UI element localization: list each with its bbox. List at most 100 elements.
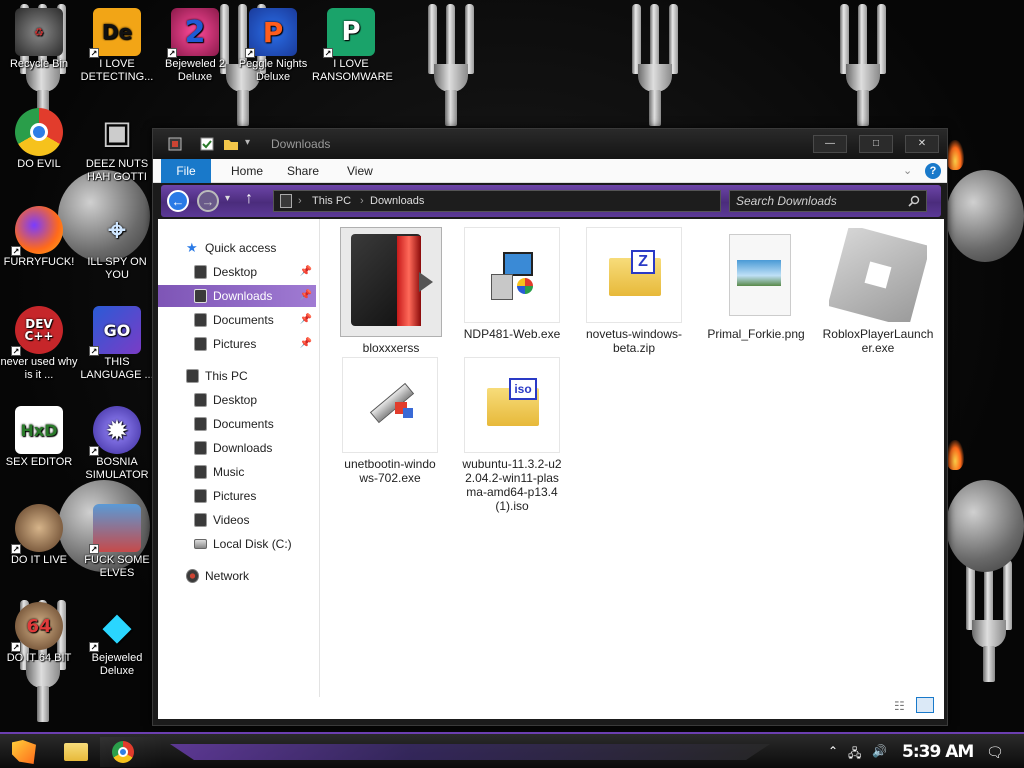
pin-icon[interactable]: 📌 (300, 309, 312, 331)
desktop-icon-bejeweled[interactable]: ◆ ↗ Bejeweled Deluxe (78, 602, 156, 678)
nav-quick-desktop[interactable]: Desktop 📌 (158, 261, 316, 283)
show-hidden-icons-chevron-icon[interactable]: ⌃ (828, 744, 838, 758)
pin-icon[interactable]: 📌 (300, 285, 312, 307)
explorer-app-icon[interactable] (167, 136, 183, 152)
desktop-icon-label: Recycle Bin (9, 58, 69, 70)
details-view-icon[interactable]: ☷ (894, 699, 905, 713)
fork-wallpaper-decoration (428, 4, 474, 126)
nav-this-pc[interactable]: This PC (158, 365, 316, 387)
desktop-icon-label: DO EVIL (17, 158, 61, 170)
file-item[interactable]: iso wubuntu-11.3.2-u22.04.2-win11-plasma… (462, 357, 562, 513)
breadcrumb-downloads[interactable]: Downloads (370, 191, 424, 211)
search-input[interactable]: Search Downloads (729, 190, 927, 212)
taskbar-chrome[interactable] (100, 737, 164, 767)
desktop-icon-chrome[interactable]: DO EVIL (0, 108, 78, 171)
desktop-icon-do-it-live[interactable]: ↗ DO IT LIVE (0, 504, 78, 567)
chrome-icon (112, 741, 134, 763)
hard-drive-icon (194, 539, 207, 549)
tab-share[interactable]: Share (275, 159, 331, 183)
up-arrow-icon[interactable]: ↑ (245, 190, 253, 208)
desktop-folder-icon (194, 265, 207, 279)
clock[interactable]: 5:39 AM (902, 742, 974, 762)
desktop-icon-hxd[interactable]: HxD SEX EDITOR (0, 406, 78, 469)
pictures-folder-icon (194, 489, 207, 503)
pin-icon[interactable]: 📌 (300, 261, 312, 283)
desktop-icon-label: BOSNIA SIMULATOR (85, 456, 149, 481)
breadcrumb[interactable]: › This PC › Downloads (273, 190, 721, 212)
nav-pc-pictures[interactable]: Pictures (158, 485, 316, 507)
nav-pc-downloads[interactable]: Downloads (158, 437, 316, 459)
nav-pc-videos[interactable]: Videos (158, 509, 316, 531)
desktop-icon-dev-cpp[interactable]: DEV C++ ↗ never used why is it ... (0, 306, 78, 382)
large-icons-view-icon[interactable] (916, 697, 934, 713)
nav-pc-music[interactable]: Music (158, 461, 316, 483)
file-item[interactable]: bloxxxerss (340, 227, 442, 355)
search-icon[interactable] (908, 195, 920, 207)
tab-view[interactable]: View (335, 159, 385, 183)
desktop-icon-deez-nuts[interactable]: ▣ DEEZ NUTS HAH GOTTI (78, 108, 156, 184)
expand-ribbon-chevron-icon[interactable]: ⌄ (903, 164, 912, 177)
desktop-icon-label: DEEZ NUTS HAH GOTTI (85, 158, 149, 183)
desktop-icon-ransomware[interactable]: P ↗ I LOVE RANSOMWARE (312, 8, 393, 84)
network-tray-icon[interactable]: 🖧 (848, 744, 861, 765)
nav-quick-access[interactable]: ★ Quick access (158, 237, 316, 259)
file-item[interactable]: Z novetus-windows-beta.zip (584, 227, 684, 355)
forward-arrow-icon[interactable]: → (197, 190, 219, 212)
desktop-icon-do-it-64[interactable]: 64 ↗ DO IT 64 BIT (0, 602, 78, 665)
volume-icon[interactable]: 🔊 (872, 744, 887, 758)
nav-quick-documents[interactable]: Documents 📌 (158, 309, 316, 331)
properties-icon[interactable] (199, 136, 215, 152)
file-item[interactable]: unetbootin-windows-702.exe (340, 357, 440, 485)
desktop-icon-elves[interactable]: ↗ FUCK SOME ELVES (78, 504, 156, 580)
notifications-icon[interactable]: 🗨 (986, 744, 1004, 761)
image-file-icon (708, 227, 804, 323)
documents-folder-icon (194, 417, 207, 431)
fork-wallpaper-decoration (840, 4, 886, 126)
flame-decoration (946, 140, 964, 170)
tab-file[interactable]: File (161, 159, 211, 183)
help-button[interactable]: ? (925, 163, 941, 179)
window-title: Downloads (271, 137, 331, 151)
desktop-icon-bejeweled-2[interactable]: 2 ↗ Bejeweled 2 Deluxe (156, 8, 234, 84)
back-arrow-icon[interactable]: ← (167, 190, 189, 212)
taskbar-file-explorer[interactable] (60, 737, 92, 767)
title-bar[interactable]: ▾ Downloads — □ ✕ (153, 129, 947, 159)
nav-pc-desktop[interactable]: Desktop (158, 389, 316, 411)
nav-pc-local-disk[interactable]: Local Disk (C:) (158, 533, 316, 555)
start-logo-icon (12, 740, 36, 764)
music-folder-icon (194, 465, 207, 479)
nav-quick-pictures[interactable]: Pictures 📌 (158, 333, 316, 355)
downloads-folder-icon (194, 289, 207, 303)
file-item[interactable]: NDP481-Web.exe (462, 227, 562, 341)
file-item[interactable]: Primal_Forkie.png (706, 227, 806, 341)
publisher-icon: P ↗ (323, 8, 375, 58)
new-folder-icon[interactable] (223, 136, 239, 152)
quick-access-dropdown-icon[interactable]: ▾ (245, 137, 250, 148)
tab-home[interactable]: Home (219, 159, 275, 183)
nav-network[interactable]: Network (158, 565, 316, 587)
usb-drive-icon (342, 357, 438, 453)
desktop-icon-peggle-nights[interactable]: P ↗ Peggle Nights Deluxe (234, 8, 312, 84)
start-button[interactable] (6, 737, 42, 767)
nav-pc-documents[interactable]: Documents (158, 413, 316, 435)
close-button[interactable]: ✕ (905, 135, 939, 153)
desktop-icon-label: Peggle Nights Deluxe (238, 58, 308, 83)
desktop-icon-firefox[interactable]: ↗ FURRYFUCK! (0, 206, 78, 269)
desktop-icon-spy[interactable]: ⌖ ILL SPY ON YOU (78, 206, 156, 282)
breadcrumb-this-pc[interactable]: This PC (312, 191, 351, 211)
file-item[interactable]: RobloxPlayerLauncher.exe (822, 227, 934, 355)
flame-decoration (946, 440, 964, 470)
goland-icon: GO ↗ (89, 306, 141, 356)
desktop-icon-recycle-bin[interactable]: ♻ Recycle Bin (0, 8, 78, 71)
minimize-button[interactable]: — (813, 135, 847, 153)
desktop-icon-detect-it-easy[interactable]: De ↗ I LOVE DETECTING... (78, 8, 156, 84)
recent-locations-chevron-icon[interactable]: ▾ (225, 193, 230, 204)
nav-quick-downloads[interactable]: Downloads 📌 (158, 285, 316, 307)
maximize-button[interactable]: □ (859, 135, 893, 153)
desktop-icon-bosnia[interactable]: ✹ ↗ BOSNIA SIMULATOR (78, 406, 156, 482)
desktop-icon-golang[interactable]: GO ↗ THIS LANGUAGE ... (78, 306, 156, 382)
breadcrumb-separator-icon: › (298, 195, 302, 207)
navigation-pane: ★ Quick access Desktop 📌 Downloads 📌 Doc… (158, 219, 320, 697)
fork-wallpaper-decoration (966, 560, 1012, 682)
pin-icon[interactable]: 📌 (300, 333, 312, 355)
